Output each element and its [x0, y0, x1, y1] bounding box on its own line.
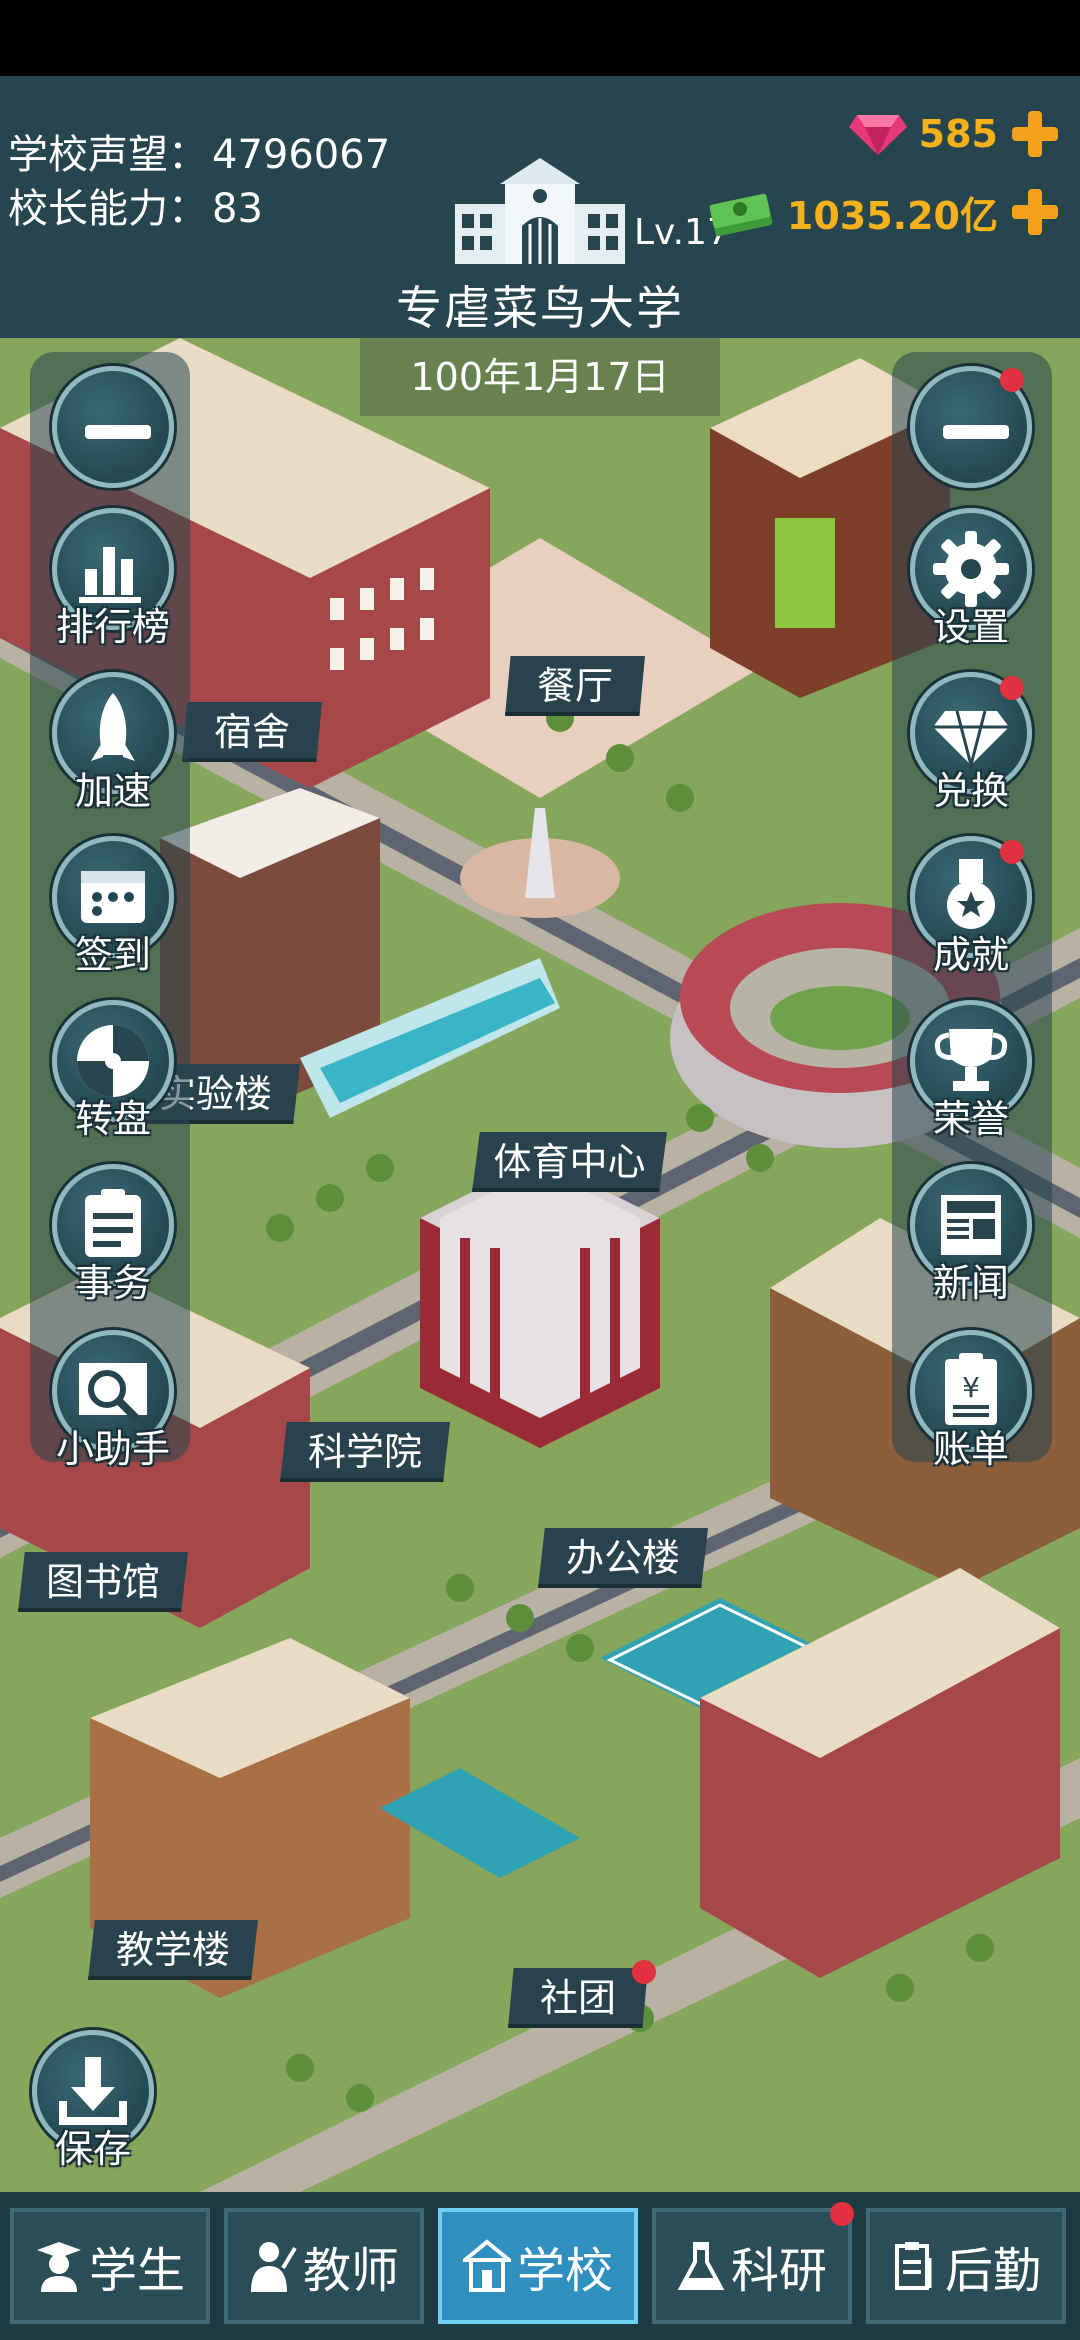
reputation-label: 学校声望： [8, 132, 208, 178]
gem-resource: 585 [847, 104, 1060, 164]
affairs-button[interactable]: 事务 [48, 1164, 178, 1314]
flask-icon [677, 2242, 725, 2290]
speed-label: 加速 [74, 769, 151, 813]
wheel-button[interactable]: 转盘 [48, 1000, 178, 1150]
building-label-library[interactable]: 图书馆 [18, 1552, 188, 1612]
minus-icon [52, 366, 174, 488]
honor-label: 荣誉 [932, 1097, 1009, 1141]
save-button[interactable]: 保存 [28, 2030, 158, 2180]
affairs-label: 事务 [74, 1261, 151, 1305]
exchange-label: 兑换 [932, 769, 1009, 813]
tab-students-label: 学生 [88, 2243, 185, 2299]
building-label-office[interactable]: 办公楼 [538, 1528, 708, 1588]
tab-school-label: 学校 [516, 2243, 613, 2299]
wheel-label: 转盘 [74, 1097, 151, 1141]
ability-value: 83 [212, 186, 263, 232]
achievement-label: 成就 [932, 933, 1009, 977]
checkin-button[interactable]: 签到 [48, 836, 178, 986]
school-tab-icon [462, 2239, 511, 2292]
ability-label: 校长能力： [8, 186, 208, 232]
money-icon [709, 193, 773, 237]
ranking-label: 排行榜 [55, 605, 170, 649]
student-icon [36, 2242, 81, 2292]
building-label-dorm[interactable]: 宿舍 [182, 702, 322, 762]
exchange-notification-dot [1000, 676, 1024, 700]
gem-count: 585 [918, 112, 998, 156]
notification-dot [1000, 368, 1024, 392]
settings-button[interactable]: 设置 [906, 508, 1036, 658]
add-money-button[interactable] [1010, 187, 1060, 237]
top-header: 学校声望：4796067 校长能力：83 Lv.17 专虐菜鸟大学 585 [0, 76, 1080, 338]
speed-button[interactable]: 加速 [48, 672, 178, 822]
tab-logistics[interactable]: 后勤 [866, 2208, 1066, 2324]
clipboard-pen-icon [894, 2242, 932, 2290]
bottom-tab-bar: 学生 教师 学校 科研 后勤 [0, 2192, 1080, 2340]
teacher-icon [250, 2242, 297, 2292]
bill-button[interactable]: ¥ 账单 [906, 1330, 1036, 1480]
tab-logistics-label: 后勤 [944, 2243, 1041, 2299]
checkin-label: 签到 [74, 933, 151, 977]
honor-button[interactable]: 荣誉 [906, 1000, 1036, 1150]
reputation-stat: 学校声望： 4796067 [8, 122, 390, 180]
helper-label: 小助手 [55, 1427, 170, 1471]
tab-research-label: 科研 [730, 2243, 827, 2299]
left-collapse-button[interactable] [48, 366, 178, 516]
research-notification-dot [830, 2202, 854, 2226]
achievement-notification-dot [1000, 840, 1024, 864]
money-count: 1035.20亿 [786, 193, 998, 238]
club-notification-dot [632, 1960, 656, 1984]
gem-icon [848, 115, 907, 155]
tab-school[interactable]: 学校 [438, 2208, 638, 2324]
bill-label: 账单 [932, 1427, 1009, 1471]
news-button[interactable]: 新闻 [906, 1164, 1036, 1314]
school-name: 专虐菜鸟大学 [396, 281, 684, 335]
money-resource: 1035.20亿 [707, 182, 1060, 242]
building-label-sports[interactable]: 体育中心 [472, 1132, 667, 1192]
news-label: 新闻 [932, 1261, 1009, 1305]
tab-research[interactable]: 科研 [652, 2208, 852, 2324]
tab-teachers[interactable]: 教师 [224, 2208, 424, 2324]
game-date: 100年1月17日 [360, 338, 720, 416]
school-building-icon [455, 158, 625, 264]
add-gems-button[interactable] [1010, 109, 1060, 159]
save-label: 保存 [54, 2127, 131, 2171]
ranking-button[interactable]: 排行榜 [48, 508, 178, 658]
status-bar [0, 0, 1080, 76]
tab-teachers-label: 教师 [302, 2243, 399, 2299]
ability-stat: 校长能力： 83 [8, 176, 263, 234]
tab-students[interactable]: 学生 [10, 2208, 210, 2324]
helper-button[interactable]: 小助手 [48, 1330, 178, 1480]
settings-label: 设置 [932, 605, 1009, 649]
svg-text:¥: ¥ [962, 1371, 980, 1404]
reputation-value: 4796067 [212, 132, 391, 178]
building-label-teaching[interactable]: 教学楼 [88, 1920, 258, 1980]
building-label-club[interactable]: 社团 [508, 1968, 648, 2028]
building-label-science[interactable]: 科学院 [280, 1422, 450, 1482]
building-label-canteen[interactable]: 餐厅 [505, 656, 645, 716]
